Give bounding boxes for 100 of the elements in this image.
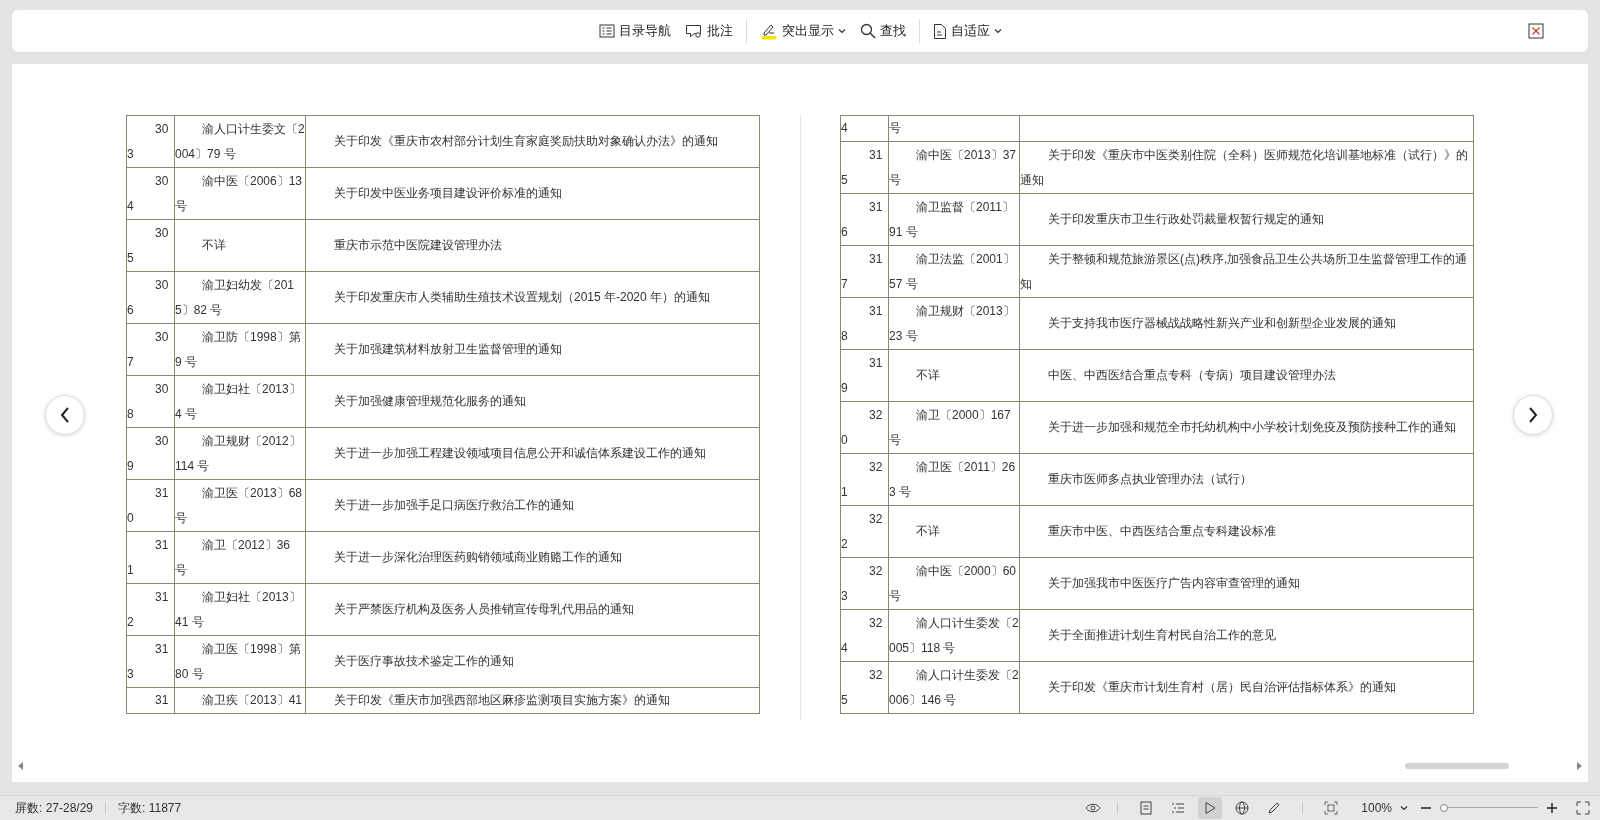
table-cell: 渝卫防〔1998〕第 9 号 — [174, 323, 306, 376]
table-cell: 306 — [126, 271, 175, 324]
table-cell: 305 — [126, 219, 175, 272]
table-cell: 316 — [840, 193, 889, 246]
table-cell: 310 — [126, 479, 175, 532]
table-cell: 渝卫规财〔2013〕23 号 — [888, 297, 1020, 350]
table-cell: 318 — [840, 297, 889, 350]
zoom-dropdown[interactable]: 100% — [1361, 801, 1408, 815]
eye-icon — [1085, 802, 1102, 814]
zoom-in-button[interactable] — [1546, 802, 1558, 814]
play-icon — [1204, 801, 1217, 815]
search-icon — [859, 23, 876, 39]
chevron-left-icon — [59, 406, 71, 424]
table-cell: 325 — [840, 661, 889, 714]
table-cell: 关于印发重庆市人类辅助生殖技术设置规划（2015 年-2020 年）的通知 — [305, 271, 760, 324]
globe-icon — [1235, 801, 1250, 815]
table-cell: 313 — [126, 635, 175, 688]
table-cell: 渝卫医〔1998〕第 80 号 — [174, 635, 306, 688]
table-cell: 309 — [126, 427, 175, 480]
table-cell: 322 — [840, 505, 889, 558]
table-cell: 315 — [840, 141, 889, 194]
table-cell: 渝中医〔2000〕60 号 — [888, 557, 1020, 610]
table-cell: 关于进一步加强和规范全市托幼机构中小学校计划免疫及预防接种工作的通知 — [1019, 401, 1474, 454]
table-cell: 303 — [126, 115, 175, 168]
table-cell: 号 — [888, 115, 1020, 142]
table-cell: 渝中医〔2006〕13 号 — [174, 167, 306, 220]
table-cell: 关于全面推进计划生育村民自治工作的意见 — [1019, 609, 1474, 662]
close-button[interactable] — [1528, 23, 1544, 39]
table-cell: 渝卫妇幼发〔2015〕82 号 — [174, 271, 306, 324]
table-cell: 关于印发《重庆市加强西部地区麻疹监测项目实施方案》的通知 — [305, 687, 760, 714]
table-cell: 320 — [840, 401, 889, 454]
table-cell: 不详 — [174, 219, 306, 272]
caret-icon — [1400, 805, 1408, 811]
fullscreen-icon — [1576, 801, 1590, 815]
next-page-button[interactable] — [1513, 395, 1553, 435]
table-cell: 重庆市医师多点执业管理办法（试行） — [1019, 453, 1474, 506]
table-cell: 重庆市中医、中西医结合重点专科建设标准 — [1019, 505, 1474, 558]
table-cell: 317 — [840, 245, 889, 298]
table-cell: 关于加强我市中医医疗广告内容审查管理的通知 — [1019, 557, 1474, 610]
document-icon — [932, 22, 947, 40]
toolbar-button[interactable]: 自适应 — [926, 18, 1008, 44]
table-cell: 渝卫〔2012〕36 号 — [174, 531, 306, 584]
table-cell: 渝卫医〔2011〕263 号 — [888, 453, 1020, 506]
table-cell: 关于印发《重庆市计划生育村（居）民自治评估指标体系》的通知 — [1019, 661, 1474, 714]
table-cell: 关于进一步深化治理医药购销领域商业贿赂工作的通知 — [305, 531, 760, 584]
table-cell: 307 — [126, 323, 175, 376]
table-cell: 不详 — [888, 349, 1020, 402]
plus-icon — [1546, 802, 1558, 814]
table-cell: 324 — [840, 609, 889, 662]
table-cell: 关于印发《重庆市农村部分计划生育家庭奖励扶助对象确认办法》的通知 — [305, 115, 760, 168]
table-cell: 311 — [126, 531, 175, 584]
table-cell: 关于加强建筑材料放射卫生监督管理的通知 — [305, 323, 760, 376]
caret-icon — [993, 28, 1002, 34]
table-cell: 中医、中西医结合重点专科（专病）项目建设管理办法 — [1019, 349, 1474, 402]
toolbar-button[interactable]: 突出显示 — [753, 18, 852, 44]
table-cell: 渝卫监督〔2011〕91 号 — [888, 193, 1020, 246]
table-cell: 319 — [840, 349, 889, 402]
previous-page-button[interactable] — [45, 395, 85, 435]
highlighter-icon — [759, 22, 778, 40]
table-cell: 关于印发《重庆市中医类别住院（全科）医师规范化培训基地标准（试行）》的通知 — [1019, 141, 1474, 194]
toolbar-button[interactable]: 目录导航 — [592, 18, 677, 44]
table-cell: 4 — [840, 115, 889, 142]
table-cell: 渝卫疾〔2013〕41 — [174, 687, 306, 714]
table-cell: 渝卫规财〔2012〕114 号 — [174, 427, 306, 480]
scrollbar-thumb[interactable] — [1405, 763, 1509, 770]
list-icon — [1171, 802, 1186, 814]
pen-icon — [1267, 801, 1282, 815]
table-cell: 关于进一步加强工程建设领域项目信息公开和诚信体系建设工作的通知 — [305, 427, 760, 480]
screen-count: 屏数: 27-28/29 — [15, 799, 94, 817]
table-cell: 关于印发重庆市卫生行政处罚裁量权暂行规定的通知 — [1019, 193, 1474, 246]
table-cell: 323 — [840, 557, 889, 610]
chevron-right-icon — [1527, 406, 1539, 424]
toolbar-button[interactable]: 批注 — [678, 18, 739, 44]
table-cell: 关于加强健康管理规范化服务的通知 — [305, 375, 760, 428]
scroll-left-icon — [18, 762, 24, 771]
table-cell: 渝中医〔2013〕37 号 — [888, 141, 1020, 194]
page-icon — [1140, 801, 1153, 815]
view-mode-button[interactable] — [1198, 797, 1223, 819]
table-cell: 渝卫〔2000〕167 号 — [888, 401, 1020, 454]
table-cell: 关于严禁医疗机构及医务人员推销宣传母乳代用品的通知 — [305, 583, 760, 636]
table-cell: 渝人口计生委发〔2005〕118 号 — [888, 609, 1020, 662]
table-cell: 308 — [126, 375, 175, 428]
table-cell: 304 — [126, 167, 175, 220]
table-cell: 312 — [126, 583, 175, 636]
table-cell: 渝人口计生委发〔2006〕146 号 — [888, 661, 1020, 714]
scroll-right-icon — [1576, 762, 1582, 771]
table-cell: 重庆市示范中医院建设管理办法 — [305, 219, 760, 272]
table-cell: 渝卫医〔2013〕68 号 — [174, 479, 306, 532]
list-icon — [598, 23, 615, 39]
table-cell: 渝卫妇社〔2013〕41 号 — [174, 583, 306, 636]
table-cell: 渝人口计生委文〔2004〕79 号 — [174, 115, 306, 168]
fit-icon — [1324, 801, 1339, 815]
table-cell: 渝卫法监〔2001〕57 号 — [888, 245, 1020, 298]
toolbar-button[interactable]: 查找 — [853, 18, 912, 44]
table-cell: 关于整顿和规范旅游景区(点)秩序,加强食品卫生公共场所卫生监督管理工作的通知 — [1019, 245, 1474, 298]
table-cell: 31 — [126, 687, 175, 714]
word-count: 字数: 11877 — [118, 799, 182, 817]
comment-icon — [684, 23, 703, 39]
slider-thumb[interactable] — [1439, 804, 1448, 812]
table-cell: 渝卫妇社〔2013〕4 号 — [174, 375, 306, 428]
